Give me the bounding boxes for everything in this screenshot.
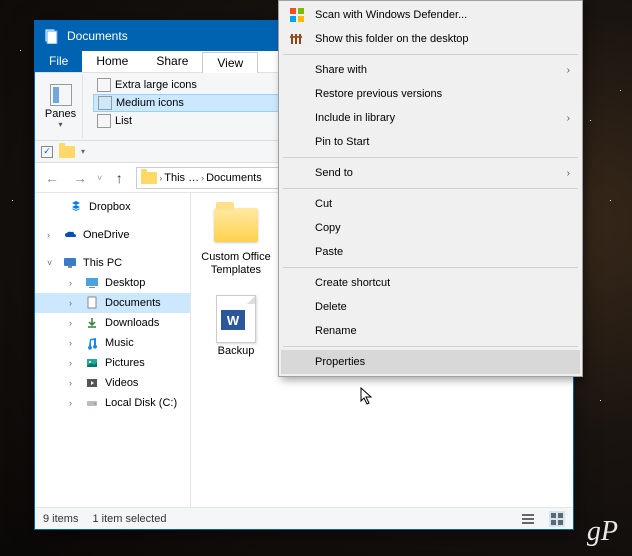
downloads-icon: [85, 316, 99, 330]
back-button[interactable]: ←: [41, 167, 63, 189]
separator: [283, 157, 578, 158]
ctx-restore-versions[interactable]: Restore previous versions: [281, 82, 580, 106]
status-item-count: 9 items: [43, 513, 78, 525]
chevron-down-icon: ▾: [58, 120, 62, 129]
documents-icon: [85, 296, 99, 310]
ribbon-panes-group[interactable]: Panes ▾: [39, 75, 83, 138]
music-icon: [85, 336, 99, 350]
cursor-icon: [360, 387, 376, 407]
sidebar-item-music[interactable]: › Music: [35, 333, 190, 353]
ctx-delete[interactable]: Delete: [281, 295, 580, 319]
computer-icon: [63, 256, 77, 270]
chevron-down-icon[interactable]: ˅: [97, 173, 102, 183]
chevron-right-icon: ›: [159, 173, 162, 183]
separator: [283, 188, 578, 189]
chevron-right-icon: ›: [69, 378, 79, 388]
view-details-button[interactable]: [521, 512, 535, 526]
chevron-right-icon: ›: [567, 65, 570, 76]
ctx-create-shortcut[interactable]: Create shortcut: [281, 271, 580, 295]
drive-icon: [85, 396, 99, 410]
status-selected-count: 1 item selected: [92, 513, 166, 525]
folder-icon[interactable]: [59, 146, 75, 158]
chevron-right-icon: ›: [69, 318, 79, 328]
crumb-current[interactable]: Documents: [206, 172, 262, 184]
chevron-right-icon: ›: [69, 278, 79, 288]
folder-icon: [141, 172, 157, 184]
sidebar-item-pictures[interactable]: › Pictures: [35, 353, 190, 373]
chevron-right-icon: ›: [69, 358, 79, 368]
onedrive-icon: [63, 228, 77, 242]
up-button[interactable]: ↑: [108, 167, 130, 189]
watermark: gP: [587, 516, 618, 548]
ctx-send-to[interactable]: Send to ›: [281, 161, 580, 185]
ctx-share-with[interactable]: Share with ›: [281, 58, 580, 82]
tab-share[interactable]: Share: [142, 51, 202, 72]
window-title: Documents: [67, 29, 128, 43]
separator: [283, 267, 578, 268]
sidebar-item-thispc[interactable]: ˅ This PC: [35, 253, 190, 273]
chevron-right-icon: ›: [567, 113, 570, 124]
sidebar-item-onedrive[interactable]: › OneDrive: [35, 225, 190, 245]
word-icon: [216, 295, 256, 343]
chevron-right-icon: ›: [69, 398, 79, 408]
navigation-pane: Dropbox › OneDrive ˅ This PC › Desktop ›: [35, 193, 191, 507]
chevron-right-icon: ›: [567, 168, 570, 179]
sidebar-item-dropbox[interactable]: Dropbox: [35, 197, 190, 217]
ctx-paste[interactable]: Paste: [281, 240, 580, 264]
checkbox-icon[interactable]: ✓: [41, 146, 53, 158]
desktop-icon: [85, 276, 99, 290]
tab-file[interactable]: File: [35, 51, 82, 72]
tab-home[interactable]: Home: [82, 51, 142, 72]
ctx-rename[interactable]: Rename: [281, 319, 580, 343]
panes-label: Panes: [45, 108, 76, 120]
chevron-down-icon: ˅: [47, 258, 57, 268]
chevron-right-icon: ›: [69, 338, 79, 348]
sidebar-item-videos[interactable]: › Videos: [35, 373, 190, 393]
sidebar-item-documents[interactable]: › Documents: [35, 293, 190, 313]
pictures-icon: [85, 356, 99, 370]
folder-custom-office-templates[interactable]: Custom Office Templates: [199, 199, 273, 289]
chevron-right-icon: ›: [69, 298, 79, 308]
documents-icon: [43, 28, 59, 44]
navigation-pane-icon: [50, 84, 72, 106]
ctx-pin-start[interactable]: Pin to Start: [281, 130, 580, 154]
context-menu: Scan with Windows Defender... Show this …: [278, 0, 583, 377]
file-backup[interactable]: Backup: [199, 293, 273, 383]
ctx-properties[interactable]: Properties: [281, 350, 580, 374]
videos-icon: [85, 376, 99, 390]
separator: [283, 346, 578, 347]
fences-icon: [287, 29, 307, 49]
tab-view[interactable]: View: [202, 52, 258, 73]
forward-button[interactable]: →: [69, 167, 91, 189]
view-icons-button[interactable]: [549, 511, 565, 527]
defender-icon: [287, 5, 307, 25]
sidebar-item-downloads[interactable]: › Downloads: [35, 313, 190, 333]
sidebar-item-desktop[interactable]: › Desktop: [35, 273, 190, 293]
crumb-root[interactable]: This …: [164, 172, 199, 184]
sidebar-item-localdisk[interactable]: › Local Disk (C:): [35, 393, 190, 413]
chevron-right-icon: ›: [47, 230, 57, 240]
dropbox-icon: [69, 200, 83, 214]
status-bar: 9 items 1 item selected: [35, 507, 573, 529]
ctx-show-on-desktop[interactable]: Show this folder on the desktop: [281, 27, 580, 51]
chevron-down-icon[interactable]: ▾: [81, 147, 85, 156]
ctx-scan-defender[interactable]: Scan with Windows Defender...: [281, 3, 580, 27]
ctx-cut[interactable]: Cut: [281, 192, 580, 216]
chevron-right-icon: ›: [201, 173, 204, 183]
ctx-include-library[interactable]: Include in library ›: [281, 106, 580, 130]
folder-icon: [214, 208, 258, 242]
ctx-copy[interactable]: Copy: [281, 216, 580, 240]
separator: [283, 54, 578, 55]
